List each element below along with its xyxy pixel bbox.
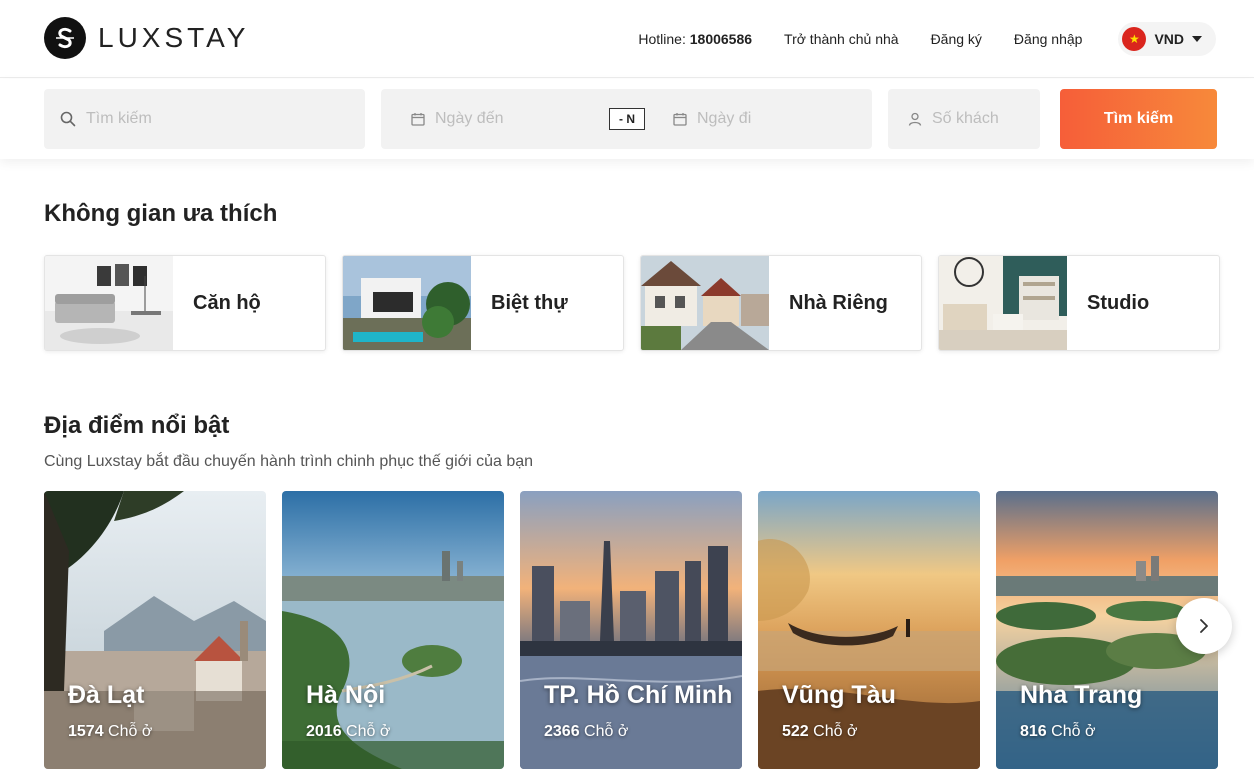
destination-name: Nha Trang — [1020, 681, 1143, 709]
destination-name: Đà Lạt — [68, 681, 145, 709]
hotline[interactable]: Hotline: 18006586 — [638, 31, 752, 47]
brand-logo[interactable]: LUXSTAY — [44, 17, 249, 59]
vietnam-flag-icon: ★ — [1122, 27, 1147, 51]
count-value: 2366 — [544, 723, 580, 740]
destination-card-vung-tau[interactable]: Vũng Tàu 522 Chỗ ở — [758, 491, 980, 769]
top-header: LUXSTAY Hotline: 18006586 Trở thành chủ … — [0, 0, 1254, 78]
search-button[interactable]: Tìm kiếm — [1060, 89, 1217, 149]
category-label: Căn hộ — [193, 291, 261, 314]
categories-title: Không gian ưa thích — [44, 200, 278, 227]
count-value: 1574 — [68, 723, 104, 740]
category-label: Biệt thự — [491, 291, 568, 314]
carousel-next-button[interactable] — [1176, 598, 1232, 654]
count-unit: Chỗ ở — [813, 723, 858, 740]
destination-name: Hà Nội — [306, 681, 386, 709]
destination-count: 2366 Chỗ ở — [544, 723, 628, 741]
count-unit: Chỗ ở — [1051, 723, 1096, 740]
date-range-field: Ngày đến - N Ngày đi — [381, 89, 872, 149]
villa-image — [343, 256, 471, 350]
checkout-placeholder: Ngày đi — [697, 110, 752, 127]
category-card-villa[interactable]: Biệt thự — [342, 255, 624, 351]
destination-card-da-lat[interactable]: Đà Lạt 1574 Chỗ ở — [44, 491, 266, 769]
count-value: 2016 — [306, 723, 342, 740]
nights-badge: - N — [609, 108, 645, 130]
search-bar: Tìm kiếm Ngày đến - N Ngày đi Số khách T… — [0, 79, 1254, 159]
category-card-apartment[interactable]: Căn hộ — [44, 255, 326, 351]
keyword-search-field[interactable]: Tìm kiếm — [44, 89, 365, 149]
calendar-icon — [673, 113, 687, 126]
hotline-number: 18006586 — [689, 31, 753, 47]
login-link[interactable]: Đăng nhập — [1014, 31, 1083, 47]
category-label: Nhà Riêng — [789, 291, 888, 314]
guests-placeholder: Số khách — [932, 110, 999, 127]
count-unit: Chỗ ở — [108, 723, 153, 740]
user-icon — [908, 112, 922, 126]
count-unit: Chỗ ở — [346, 723, 391, 740]
house-image — [641, 256, 769, 350]
checkin-placeholder: Ngày đến — [435, 110, 504, 127]
search-icon — [60, 111, 76, 127]
count-value: 522 — [782, 723, 809, 740]
currency-selector[interactable]: ★ VND — [1118, 22, 1216, 56]
top-nav: Hotline: 18006586 Trở thành chủ nhà Đăng… — [606, 22, 1216, 56]
register-link[interactable]: Đăng ký — [931, 31, 982, 47]
checkout-field[interactable]: Ngày đi — [673, 89, 751, 149]
destination-count: 2016 Chỗ ở — [306, 723, 390, 741]
apartment-image — [45, 256, 173, 350]
destination-name: Vũng Tàu — [782, 681, 896, 709]
category-label: Studio — [1087, 291, 1150, 314]
category-card-studio[interactable]: Studio — [938, 255, 1220, 351]
destination-count: 1574 Chỗ ở — [68, 723, 152, 741]
count-unit: Chỗ ở — [584, 723, 629, 740]
calendar-icon — [411, 113, 425, 126]
destination-count: 816 Chỗ ở — [1020, 723, 1095, 741]
currency-label: VND — [1154, 31, 1184, 47]
chevron-right-icon — [1200, 619, 1208, 633]
destination-card-ha-noi[interactable]: Hà Nội 2016 Chỗ ở — [282, 491, 504, 769]
brand-name: LUXSTAY — [98, 22, 250, 53]
keyword-placeholder: Tìm kiếm — [86, 110, 152, 127]
destination-name: TP. Hồ Chí Minh — [544, 681, 733, 709]
caret-down-icon — [1192, 36, 1202, 42]
studio-image — [939, 256, 1067, 350]
category-card-house[interactable]: Nhà Riêng — [640, 255, 922, 351]
checkin-field[interactable]: Ngày đến — [411, 89, 504, 149]
destinations-subtitle: Cùng Luxstay bắt đầu chuyến hành trình c… — [44, 453, 534, 470]
count-value: 816 — [1020, 723, 1047, 740]
destinations-title: Địa điểm nổi bật — [44, 412, 230, 439]
guests-field[interactable]: Số khách — [888, 89, 1040, 149]
destination-card-tp-ho-chi-minh[interactable]: TP. Hồ Chí Minh 2366 Chỗ ở — [520, 491, 742, 769]
destination-count: 522 Chỗ ở — [782, 723, 857, 741]
logo-mark-icon — [44, 17, 86, 59]
hotline-label: Hotline: — [638, 31, 686, 47]
become-host-link[interactable]: Trở thành chủ nhà — [784, 31, 899, 47]
